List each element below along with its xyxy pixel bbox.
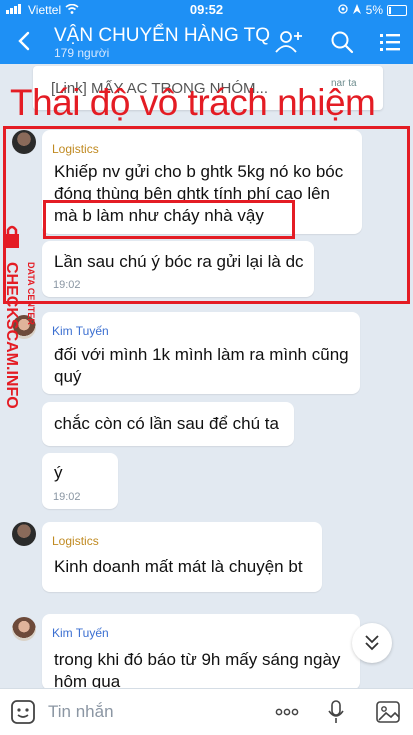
avatar-logistics[interactable]	[12, 522, 36, 546]
microphone-icon[interactable]	[322, 698, 350, 726]
alarm-icon	[352, 3, 362, 17]
message-line: trong khi đó báo từ 9h mấy sáng ngày	[54, 650, 341, 669]
battery-percent: 5%	[365, 3, 383, 17]
message-bubble[interactable]: chắc còn có lần sau để chú ta	[42, 402, 294, 446]
message-line: đối với mình 1k mình làm ra mình cũng	[54, 345, 349, 364]
search-icon[interactable]	[328, 29, 356, 55]
battery-icon	[387, 4, 407, 16]
add-member-icon[interactable]	[273, 29, 302, 55]
watermark-main: CHECKSCAM.INFO	[3, 262, 20, 409]
message-bubble[interactable]: Kim Tuyến trong khi đó báo từ 9h mấy sán…	[42, 614, 360, 691]
menu-icon[interactable]	[378, 29, 406, 55]
overlay-caption: Thái độ vô trách nhiệm	[10, 82, 376, 123]
message-time: 19:02	[53, 491, 81, 503]
sender-name: Kim Tuyến	[52, 324, 109, 338]
group-title[interactable]: VẬN CHUYỂN HÀNG TQ	[54, 25, 270, 47]
chat-header: VẬN CHUYỂN HÀNG TQ 179 người	[0, 20, 413, 64]
message-bubble[interactable]: Kim Tuyến đối với mình 1k mình làm ra mì…	[42, 312, 360, 394]
message-input-bar: Tin nhắn	[0, 688, 413, 735]
more-icon[interactable]	[273, 698, 301, 726]
message-line: quý	[54, 367, 82, 386]
back-button[interactable]	[12, 26, 36, 56]
sender-name: Logistics	[52, 534, 99, 548]
message-line: chắc còn có lần sau để chú ta	[54, 414, 279, 433]
message-line: Kinh doanh mất mát là chuyện bt	[54, 557, 303, 576]
location-icon	[338, 3, 348, 17]
message-line: ý	[54, 463, 63, 482]
sticker-icon[interactable]	[9, 698, 37, 726]
status-bar: Viettel 09:52 5%	[0, 0, 413, 20]
member-count: 179 người	[54, 46, 110, 60]
watermark: DATA CENTER CHECKSCAM.INFO	[0, 222, 40, 422]
lock-icon	[5, 225, 19, 248]
message-bubble[interactable]: ý 19:02	[42, 453, 118, 509]
highlight-phrase-box	[43, 200, 295, 239]
double-chevron-down-icon	[365, 635, 379, 651]
watermark-small: DATA CENTER	[26, 262, 36, 325]
avatar-kim-tuyen[interactable]	[12, 617, 36, 641]
message-input[interactable]: Tin nhắn	[48, 702, 114, 722]
image-icon[interactable]	[374, 698, 402, 726]
sender-name: Kim Tuyến	[52, 626, 109, 640]
message-bubble[interactable]: Logistics Kinh doanh mất mát là chuyện b…	[42, 522, 322, 592]
scroll-to-bottom-button[interactable]	[352, 623, 392, 663]
